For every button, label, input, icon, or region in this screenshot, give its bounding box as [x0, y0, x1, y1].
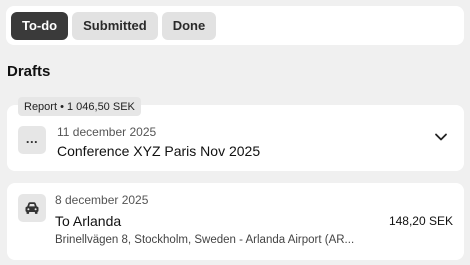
tab-done[interactable]: Done: [161, 11, 217, 40]
chevron-down-icon[interactable]: [434, 130, 448, 144]
expense-route: Brinellvägen 8, Stockholm, Sweden - Arla…: [55, 234, 355, 246]
more-dots-icon: ...: [18, 126, 46, 154]
car-icon: [18, 194, 46, 222]
report-date: 11 december 2025: [57, 125, 157, 139]
status-tabbar: To-do Submitted Done: [6, 6, 464, 45]
more-dots-text: ...: [25, 130, 39, 146]
report-badge: Report • 1 046,50 SEK: [18, 97, 141, 116]
section-title-drafts: Drafts: [7, 63, 51, 80]
expense-date: 8 december 2025: [55, 193, 149, 207]
tab-submitted[interactable]: Submitted: [72, 11, 158, 40]
expense-card[interactable]: 8 december 2025 To Arlanda 148,20 SEK Br…: [7, 183, 464, 260]
report-title: Conference XYZ Paris Nov 2025: [57, 143, 261, 159]
tab-to-do[interactable]: To-do: [11, 11, 69, 40]
expense-amount: 148,20 SEK: [388, 214, 453, 228]
expense-title: To Arlanda: [55, 213, 122, 229]
